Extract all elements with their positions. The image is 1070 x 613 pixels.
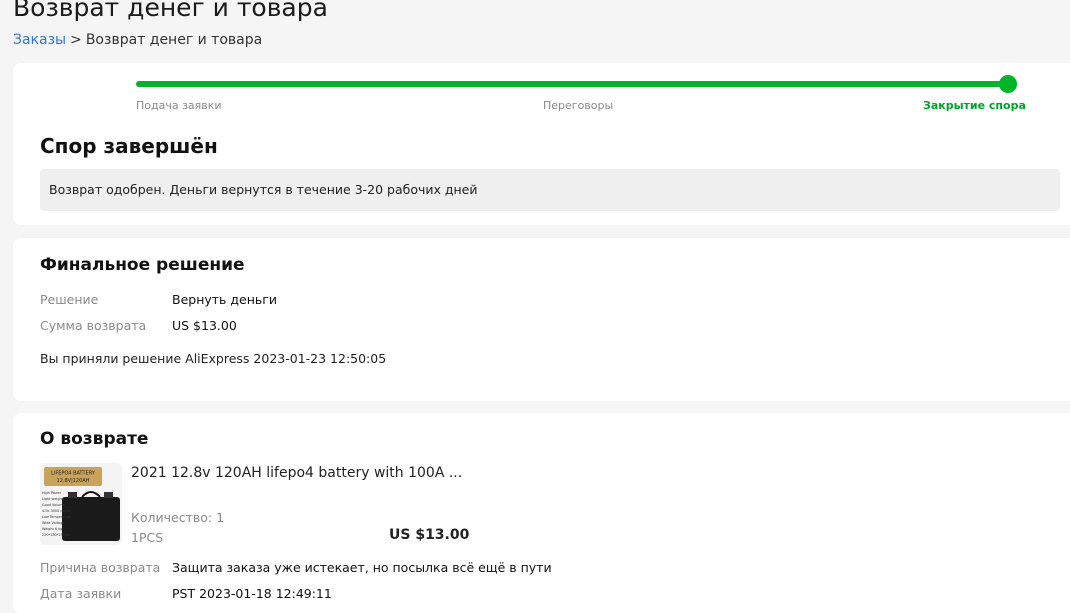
breadcrumb-current: Возврат денег и товара [85, 32, 263, 48]
progress-bar [136, 81, 1009, 87]
svg-text:Light weight: Light weight [42, 497, 64, 501]
thumb-label-1: LIFEPO4 BATTERY [51, 471, 96, 477]
decision-value: Вернуть деньги [172, 292, 277, 307]
battery-product-illustration: LIFEPO4 BATTERY 12.8V|120AH High Power L… [40, 463, 122, 545]
status-title: Спор завершён [40, 134, 218, 158]
page-title: Возврат денег и товара [13, 0, 328, 22]
dispute-status-card: Подача заявки Переговоры Закрытие спора … [13, 63, 1070, 225]
decision-title: Финальное решение [40, 255, 245, 275]
progress-step-negotiation: Переговоры [543, 99, 614, 112]
return-info-card: О возврате LIFEPO4 BATTERY 12.8V|120AH H… [13, 413, 1070, 613]
refund-amount-label: Сумма возврата [40, 318, 147, 333]
product-unit: 1PCS [131, 530, 164, 545]
product-name-link[interactable]: 2021 12.8v 120AH lifepo4 battery with 10… [131, 463, 462, 483]
decision-note: Вы приняли решение AliExpress 2023-01-23… [40, 351, 387, 366]
svg-text:Wide Voltage: Wide Voltage [42, 521, 64, 525]
svg-text:Weight 6 kg: Weight 6 kg [42, 527, 62, 531]
return-reason-label: Причина возврата [40, 560, 161, 575]
thumb-label-2: 12.8V|120AH [57, 478, 90, 484]
status-message: Возврат одобрен. Деньги вернутся в течен… [40, 169, 1060, 211]
request-date-label: Дата заявки [40, 586, 122, 601]
return-reason-value: Защита заказа уже истекает, но посылка в… [172, 560, 552, 575]
return-info-title: О возврате [40, 429, 149, 449]
request-date-value: PST 2023-01-18 12:49:11 [172, 586, 332, 601]
progress-current-dot [999, 75, 1017, 93]
refund-amount-value: US $13.00 [172, 318, 237, 333]
product-price: US $13.00 [389, 527, 470, 543]
product-quantity: Количество: 1 [131, 510, 225, 525]
svg-text:Good Volume: Good Volume [42, 503, 65, 507]
breadcrumb-separator: > [70, 32, 82, 48]
final-decision-card: Финальное решение Решение Вернуть деньги… [13, 238, 1070, 401]
decision-label: Решение [40, 292, 99, 307]
product-image[interactable]: LIFEPO4 BATTERY 12.8V|120AH High Power L… [40, 463, 122, 545]
progress-step-submit: Подача заявки [136, 99, 222, 112]
svg-text:Low Temperature: Low Temperature [42, 515, 71, 519]
svg-text:High Power: High Power [42, 491, 62, 495]
progress-step-closing: Закрытие спора [923, 99, 1026, 112]
svg-text:220*130*195mm: 220*130*195mm [42, 533, 72, 537]
breadcrumb-orders-link[interactable]: Заказы [13, 32, 66, 48]
breadcrumb: Заказы > Возврат денег и товара [13, 31, 262, 49]
svg-text:4-5k 3000 cycles: 4-5k 3000 cycles [42, 509, 71, 513]
